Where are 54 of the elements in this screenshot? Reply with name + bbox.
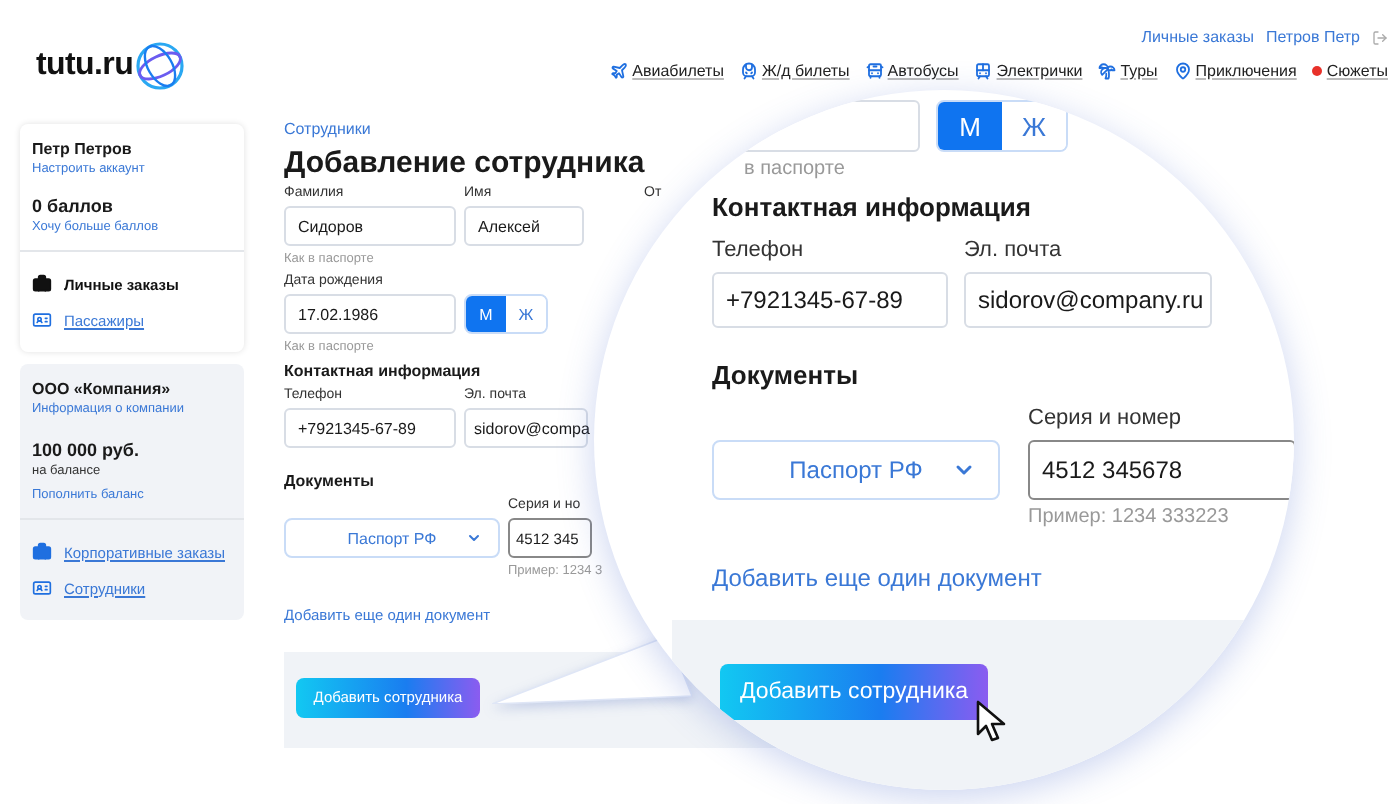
nav-link[interactable]: Туры [1098, 62, 1158, 80]
points-count: 0 баллов [32, 196, 115, 216]
phone-field[interactable]: +7921345-67-89 [284, 408, 456, 448]
id-card-icon [32, 310, 52, 330]
field-hint: в паспорте [744, 158, 847, 180]
section-heading: Контактная информация [284, 362, 481, 380]
phone-field[interactable]: +7921345-67-89 [712, 272, 948, 328]
section-heading: Документы [284, 472, 374, 490]
dot-icon [1312, 66, 1323, 76]
add-employee-button[interactable]: Добавить сотрудника [720, 664, 988, 720]
briefcase-icon [32, 542, 52, 562]
mouse-pointer-icon [976, 700, 1008, 744]
bus-icon [865, 62, 884, 80]
globe-logo-icon [133, 40, 186, 92]
document-type-dropdown[interactable]: Паспорт РФ [284, 518, 500, 558]
document-number-field[interactable]: 4512 345678 [1028, 440, 1294, 500]
briefcase-icon [32, 274, 52, 294]
nav-link[interactable]: Приключения [1173, 62, 1297, 80]
train-icon [739, 62, 758, 80]
palm-tree-icon [1098, 62, 1117, 80]
nav-link[interactable]: Электрички [974, 62, 1083, 80]
email-field[interactable]: sidorov@compa [464, 408, 588, 448]
logout-icon[interactable] [1372, 29, 1388, 45]
train-icon [974, 62, 993, 80]
add-document-link[interactable]: Добавить еще один документ [712, 564, 1042, 592]
field-label: Эл. почта [964, 238, 1062, 262]
company-name: ООО «Компания» [32, 380, 173, 398]
section-heading: Контактная информация [712, 192, 1031, 222]
account-link[interactable]: Петров Петр [1265, 28, 1360, 46]
birth-date-field[interactable]: 17.02.1986 [284, 294, 456, 334]
nav-link[interactable]: Авиабилеты [610, 62, 724, 80]
nav-link[interactable]: Автобусы [865, 62, 959, 80]
section-heading: Документы [712, 360, 859, 390]
field-label: Телефон [712, 238, 804, 262]
breadcrumb-link[interactable]: Сотрудники [284, 120, 371, 138]
logo-text[interactable]: tutu.ru [36, 48, 134, 84]
email-field[interactable]: sidorov@company.ru [964, 272, 1212, 328]
nav-link[interactable]: Ж/д билеты [739, 62, 850, 80]
plane-icon [610, 62, 629, 80]
balance-amount: 100 000 руб. [32, 440, 141, 460]
first-name-field[interactable]: Алексей [464, 206, 584, 246]
caret-icon [465, 530, 482, 546]
field-hint: Пример: 1234 333223 [1028, 506, 1231, 528]
last-name-field[interactable]: Сидоров [284, 206, 456, 246]
user-name: Петр Петров [32, 140, 134, 158]
id-card-icon [32, 578, 52, 598]
page-title: Добавление сотрудника [284, 146, 645, 180]
account-link[interactable]: Личные заказы [1141, 28, 1254, 46]
document-type-dropdown[interactable]: Паспорт РФ [712, 440, 1000, 500]
gender-option[interactable]: М [938, 102, 1002, 150]
map-pin-icon [1173, 62, 1192, 80]
field-label: Серия и номер [1028, 406, 1182, 430]
gender-option[interactable]: М [466, 296, 506, 332]
nav-link[interactable]: Сюжеты [1312, 62, 1388, 80]
